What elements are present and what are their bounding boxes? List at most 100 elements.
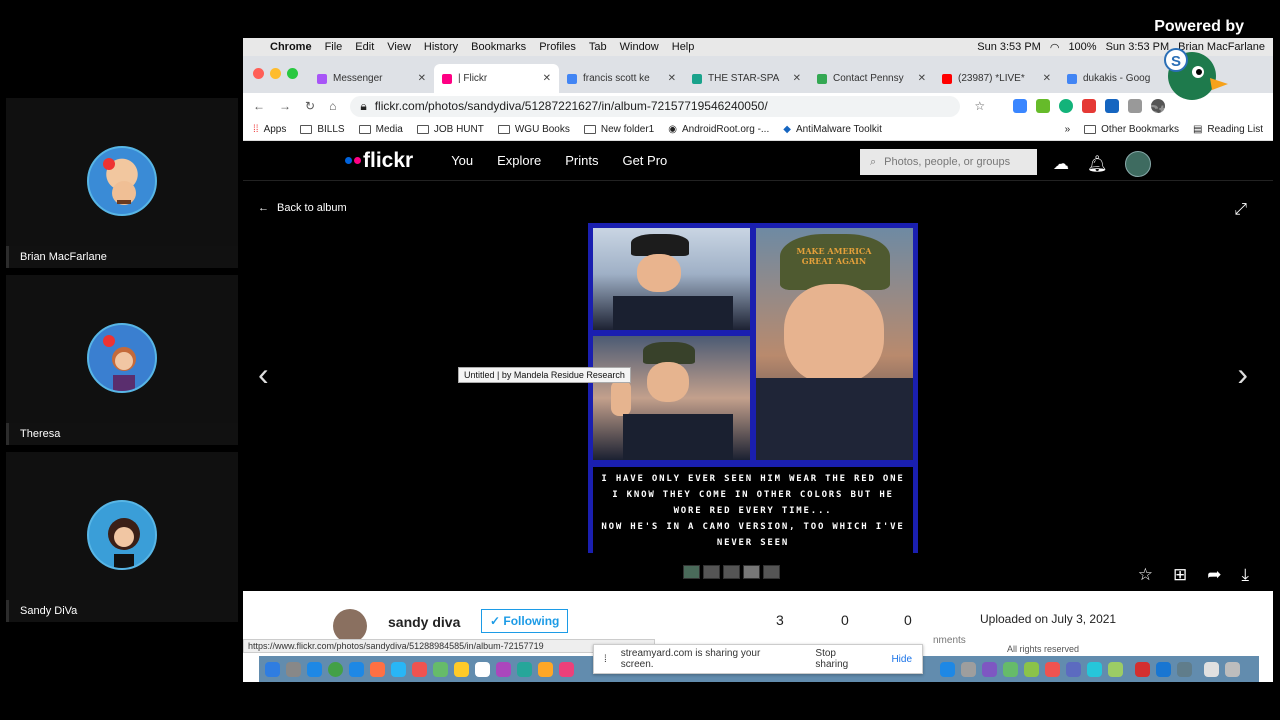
thumbnail[interactable] (743, 565, 760, 579)
menu-item[interactable]: File (325, 41, 343, 53)
dock-app-icon[interactable] (475, 661, 490, 677)
nav-you[interactable]: You (451, 153, 473, 168)
dock-app-icon[interactable] (1108, 661, 1123, 677)
bookmark-folder[interactable]: WGU Books (497, 124, 570, 135)
menu-item[interactable]: Bookmarks (471, 41, 526, 53)
account-avatar[interactable] (1125, 151, 1152, 177)
bookmark-folder[interactable]: BILLS (300, 124, 345, 135)
wifi-icon[interactable]: ◠ (1050, 41, 1060, 54)
menu-item[interactable]: Tab (589, 41, 607, 53)
more-bookmarks-icon[interactable]: » (1065, 124, 1071, 135)
dock-app-icon[interactable] (1177, 661, 1192, 677)
add-to-gallery-icon[interactable]: ⊞ (1173, 565, 1187, 585)
download-icon[interactable]: ⤓ (1241, 565, 1249, 585)
reload-icon[interactable]: ↻ (305, 99, 315, 113)
bookmark-link[interactable]: ◉ AndroidRoot.org -... (668, 124, 769, 135)
bookmark-folder[interactable]: New folder1 (583, 124, 654, 135)
close-tab-icon[interactable]: ✕ (543, 73, 551, 84)
dock-acrobat-icon[interactable] (1135, 661, 1150, 677)
back-to-album-link[interactable]: ← Back to album (258, 202, 347, 214)
close-tab-icon[interactable]: ✕ (918, 73, 926, 84)
reading-list[interactable]: ▤ Reading List (1193, 124, 1263, 135)
owner-name[interactable]: sandy diva (388, 614, 460, 630)
thumbnail[interactable] (703, 565, 720, 579)
bookmark-link[interactable]: ◆ AntiMalware Toolkit (783, 124, 882, 135)
browser-tab-active[interactable]: | Flickr ✕ (434, 64, 559, 93)
dock-app-icon[interactable] (517, 661, 532, 677)
dock-downloads-icon[interactable] (1204, 661, 1219, 677)
dock-app-icon[interactable] (1156, 661, 1171, 677)
minimize-window-icon[interactable] (270, 68, 281, 79)
bookmark-folder[interactable]: Other Bookmarks (1084, 124, 1179, 135)
fullscreen-icon[interactable]: ⤢ (1234, 201, 1247, 219)
dock-app-icon[interactable] (349, 661, 364, 677)
share-icon[interactable]: ➦ (1207, 565, 1221, 585)
thumbnail[interactable] (683, 565, 700, 579)
dock-app-icon[interactable] (1087, 661, 1102, 677)
dock-app-icon[interactable] (1003, 661, 1018, 677)
bookmark-star-icon[interactable]: ☆ (974, 99, 985, 113)
menu-item[interactable]: History (424, 41, 458, 53)
clock[interactable]: Sun 3:53 PM (977, 41, 1041, 53)
dock-app-icon[interactable] (961, 661, 976, 677)
dock-app-icon[interactable] (538, 661, 553, 677)
bookmark-folder[interactable]: JOB HUNT (416, 124, 484, 135)
close-tab-icon[interactable]: ✕ (1043, 73, 1051, 84)
photo-collage[interactable]: MAKE AMERICA GREAT AGAIN I HAVE ONLY EVE… (588, 223, 918, 555)
stop-sharing-button[interactable]: Stop sharing (809, 646, 877, 672)
nav-explore[interactable]: Explore (497, 153, 541, 168)
dock-app-icon[interactable] (1024, 661, 1039, 677)
close-tab-icon[interactable]: ✕ (668, 73, 676, 84)
close-tab-icon[interactable]: ✕ (418, 73, 426, 84)
dock-app-icon[interactable] (496, 661, 511, 677)
browser-tab[interactable]: (23987) *LIVE* ✕ (934, 64, 1059, 93)
flickr-logo[interactable]: flickr (345, 149, 413, 173)
close-tab-icon[interactable]: ✕ (793, 73, 801, 84)
menu-item[interactable]: Help (672, 41, 695, 53)
notifications-bell-icon[interactable]: 🔔︎ (1087, 154, 1107, 174)
dock-app-icon[interactable] (1045, 661, 1060, 677)
previous-photo-icon[interactable]: ‹ (258, 356, 269, 393)
zoom-window-icon[interactable] (287, 68, 298, 79)
dock-chrome-icon[interactable] (328, 661, 343, 677)
browser-tab[interactable]: francis scott ke ✕ (559, 64, 684, 93)
dock-app-icon[interactable] (412, 661, 427, 677)
forward-arrow-icon[interactable]: → (279, 99, 291, 113)
back-arrow-icon[interactable]: ← (253, 99, 265, 113)
close-window-icon[interactable] (253, 68, 264, 79)
menu-item[interactable]: Profiles (539, 41, 576, 53)
dock-app-icon[interactable] (370, 661, 385, 677)
drag-handle-icon[interactable]: ⁞ (604, 654, 607, 665)
bookmark-folder[interactable]: Media (358, 124, 403, 135)
browser-tab[interactable]: Messenger ✕ (309, 64, 434, 93)
dock-app-icon[interactable] (982, 661, 997, 677)
following-button[interactable]: ✓ Following (481, 609, 569, 633)
dock-trash-icon[interactable] (1225, 661, 1240, 677)
favorite-star-icon[interactable]: ☆ (1138, 565, 1153, 585)
dock-app-icon[interactable] (391, 661, 406, 677)
extension-icon[interactable] (1059, 99, 1074, 113)
extension-icon[interactable] (1013, 99, 1028, 113)
thumbnail[interactable] (763, 565, 780, 579)
dock-finder-icon[interactable] (265, 661, 280, 677)
menu-item[interactable]: Edit (355, 41, 374, 53)
dock-app-icon[interactable] (433, 661, 448, 677)
upload-cloud-icon[interactable]: ☁ (1053, 154, 1069, 174)
clock[interactable]: Sun 3:53 PM (1106, 41, 1170, 53)
flickr-search-input[interactable]: ⌕ Photos, people, or groups (860, 149, 1037, 175)
nav-get-pro[interactable]: Get Pro (622, 153, 667, 168)
thumbnail[interactable] (723, 565, 740, 579)
menu-item[interactable]: Window (620, 41, 659, 53)
owner-avatar[interactable] (333, 609, 367, 643)
extension-icon[interactable] (1082, 99, 1097, 113)
dock-safari-icon[interactable] (307, 661, 322, 677)
bookmark-apps[interactable]: ⁞⁞ Apps (253, 124, 286, 135)
browser-tab[interactable]: Contact Pennsy ✕ (809, 64, 934, 93)
rights-label[interactable]: All rights reserved (1007, 644, 1079, 654)
home-icon[interactable]: ⌂ (329, 99, 336, 113)
extension-icon[interactable] (1036, 99, 1051, 113)
menu-item[interactable]: View (387, 41, 411, 53)
hide-button[interactable]: Hide (891, 654, 912, 665)
browser-tab[interactable]: THE STAR-SPA ✕ (684, 64, 809, 93)
nav-prints[interactable]: Prints (565, 153, 598, 168)
